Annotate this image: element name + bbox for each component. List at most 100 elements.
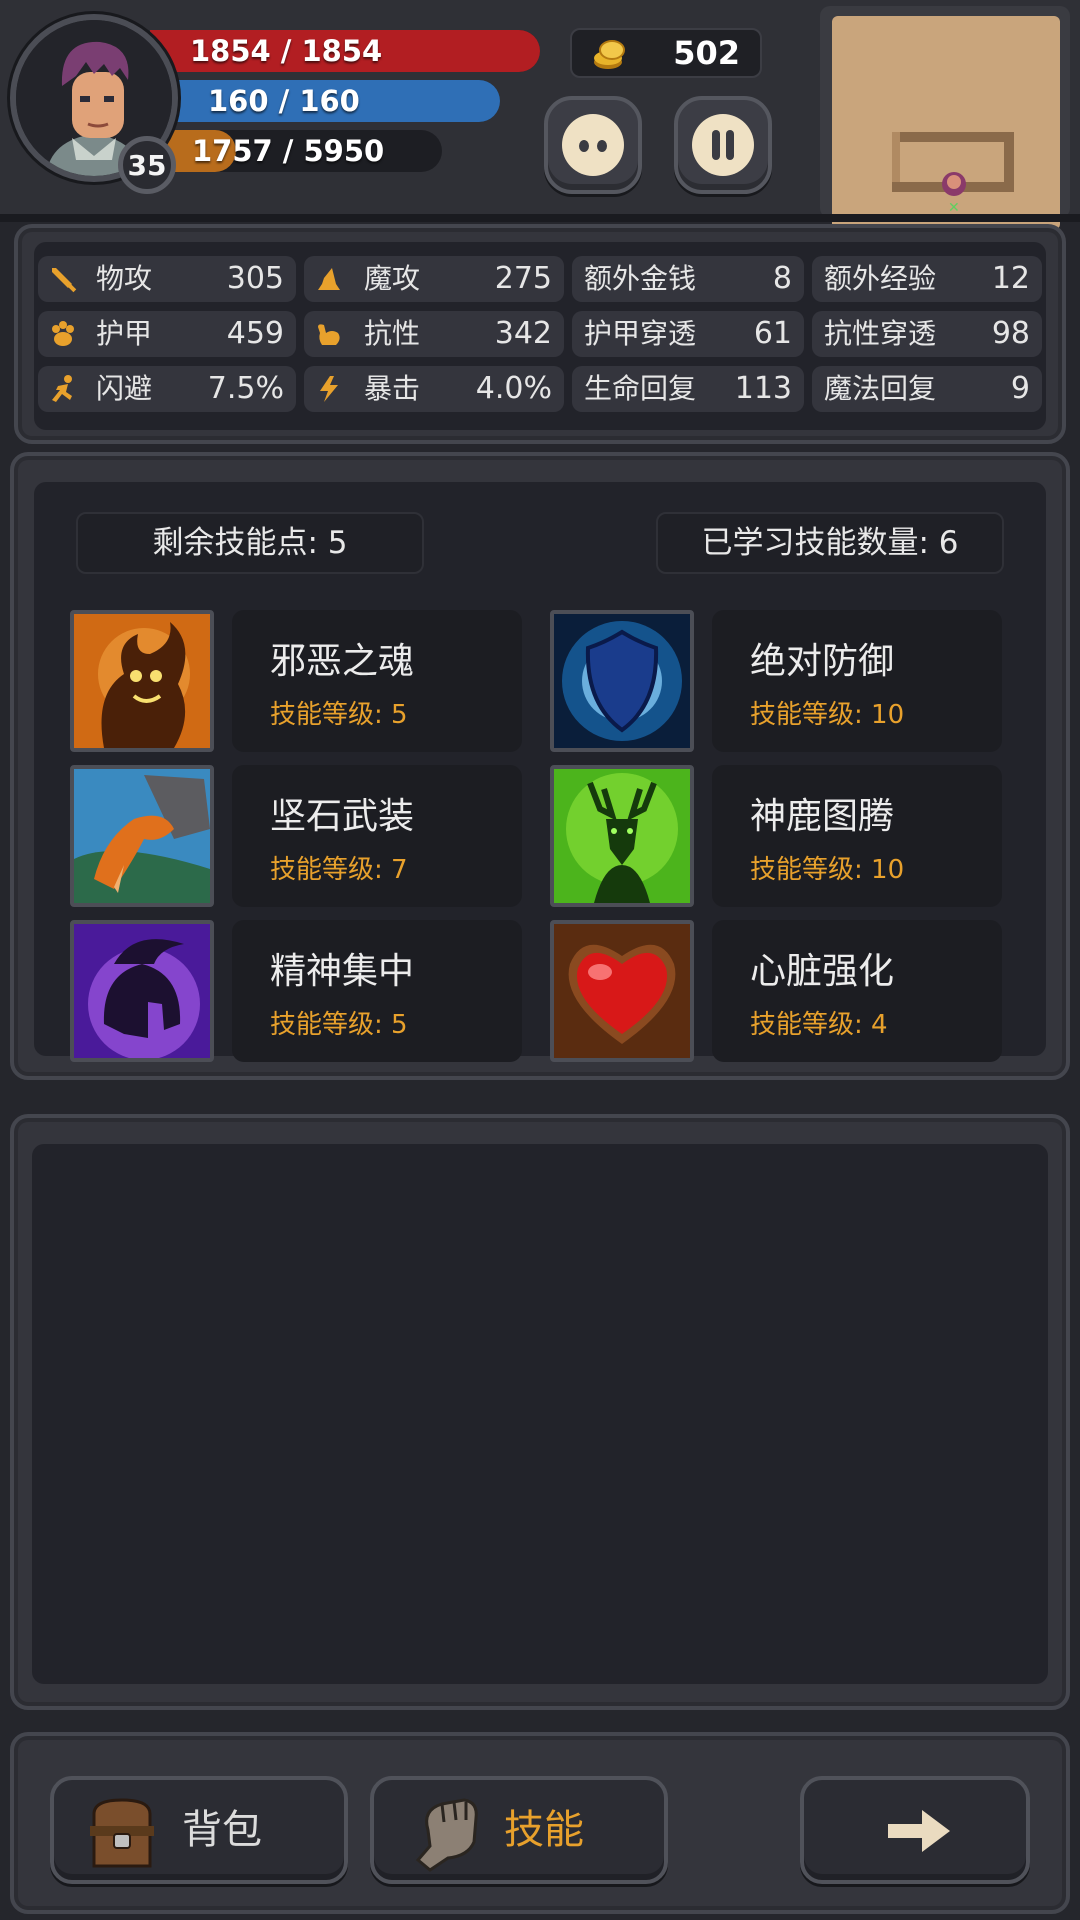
skill-icon-heart-strengthen[interactable] xyxy=(550,920,694,1062)
paw-icon xyxy=(52,321,74,346)
deer-totem-icon xyxy=(554,769,690,903)
remaining-skill-points: 剩余技能点: 5 xyxy=(76,512,424,574)
stat-label: 护甲 xyxy=(96,317,153,350)
skill-level: 技能等级: 10 xyxy=(750,700,905,730)
skill-name: 心脏强化 xyxy=(750,951,895,992)
skill-level: 技能等级: 7 xyxy=(270,855,408,885)
hud-header: 1854 / 1854 160 / 160 1757 / 5950 35 502 xyxy=(0,0,1080,230)
pause-icon xyxy=(692,114,754,176)
backpack-button[interactable]: 背包 xyxy=(50,1776,348,1884)
skill-level: 技能等级: 5 xyxy=(270,700,408,730)
stat-resistance-penetration: 抗性穿透 98 xyxy=(812,311,1042,357)
skill-name: 坚石武装 xyxy=(270,796,415,837)
skill-card-evil-soul[interactable]: 邪恶之魂 技能等级: 5 xyxy=(232,610,522,752)
stat-value: 305 xyxy=(226,261,284,296)
stat-value: 459 xyxy=(226,316,284,351)
stat-value: 275 xyxy=(494,261,552,296)
helmet-icon xyxy=(74,924,210,1058)
minimap[interactable]: ✕ xyxy=(820,6,1070,230)
skill-name: 神鹿图腾 xyxy=(750,796,895,837)
stat-label: 魔攻 xyxy=(364,262,421,295)
stone-claw-icon xyxy=(74,769,210,903)
pause-button[interactable] xyxy=(674,96,772,194)
skill-icon-evil-soul[interactable] xyxy=(70,610,214,752)
stat-value: 342 xyxy=(494,316,552,351)
stat-dodge: 闪避 7.5% xyxy=(38,366,296,412)
skill-name: 邪恶之魂 xyxy=(270,641,415,682)
stat-armor-penetration: 护甲穿透 61 xyxy=(572,311,804,357)
detail-panel-inner xyxy=(32,1144,1048,1684)
skill-icon-deer-totem[interactable] xyxy=(550,765,694,907)
stat-mp-regen: 魔法回复 9 xyxy=(812,366,1042,412)
wizard-hat-icon xyxy=(318,268,340,290)
stat-critical: 暴击 4.0% xyxy=(304,366,564,412)
heart-icon xyxy=(554,924,690,1058)
backpack-label: 背包 xyxy=(182,1807,262,1853)
stat-label: 生命回复 xyxy=(584,372,697,405)
learned-skill-count: 已学习技能数量: 6 xyxy=(656,512,1004,574)
stat-hp-regen: 生命回复 113 xyxy=(572,366,804,412)
stat-label: 额外经验 xyxy=(824,262,937,295)
next-button[interactable] xyxy=(800,1776,1030,1884)
stat-extra-gold: 额外金钱 8 xyxy=(572,256,804,302)
skill-name: 精神集中 xyxy=(270,951,415,992)
skill-level: 技能等级: 5 xyxy=(270,1010,408,1040)
monster-face-icon xyxy=(562,114,624,176)
skill-icon-absolute-defense[interactable] xyxy=(550,610,694,752)
skill-card-deer-totem[interactable]: 神鹿图腾 技能等级: 10 xyxy=(712,765,1002,907)
minimap-room-icon: ✕ xyxy=(892,132,1014,216)
stat-magic-attack: 魔攻 275 xyxy=(304,256,564,302)
gold-value: 502 xyxy=(673,34,740,72)
stat-label: 暴击 xyxy=(364,372,421,405)
stat-value: 61 xyxy=(753,316,792,351)
stat-label: 物攻 xyxy=(96,262,153,295)
arrow-right-icon xyxy=(888,1810,950,1852)
stat-resistance: 抗性 342 xyxy=(304,311,564,357)
stat-label: 抗性 xyxy=(364,317,421,350)
stat-value: 113 xyxy=(734,371,792,406)
skill-level: 技能等级: 10 xyxy=(750,855,905,885)
evil-soul-icon xyxy=(74,614,210,748)
running-icon xyxy=(52,375,72,402)
skills-button[interactable]: 技能 xyxy=(370,1776,668,1884)
stat-armor: 护甲 459 xyxy=(38,311,296,357)
skill-card-absolute-defense[interactable]: 绝对防御 技能等级: 10 xyxy=(712,610,1002,752)
skill-card-concentration[interactable]: 精神集中 技能等级: 5 xyxy=(232,920,522,1062)
player-level-badge: 35 xyxy=(118,136,176,194)
stat-label: 魔法回复 xyxy=(824,372,937,405)
hp-text: 1854 / 1854 xyxy=(190,34,383,68)
muscle-icon xyxy=(318,324,340,345)
fist-icon xyxy=(415,1798,478,1872)
skill-card-heart-strengthen[interactable]: 心脏强化 技能等级: 4 xyxy=(712,920,1002,1062)
stat-value: 4.0% xyxy=(475,371,552,406)
lightning-icon xyxy=(320,376,338,402)
skill-card-stone-armor[interactable]: 坚石武装 技能等级: 7 xyxy=(232,765,522,907)
stat-label: 额外金钱 xyxy=(584,262,697,295)
skill-name: 绝对防御 xyxy=(750,641,895,682)
stat-label: 闪避 xyxy=(96,372,153,405)
stat-value: 12 xyxy=(991,261,1030,296)
monster-info-button[interactable] xyxy=(544,96,642,194)
skill-icon-concentration[interactable] xyxy=(70,920,214,1062)
hp-bar: 1854 / 1854 xyxy=(150,30,540,72)
stat-label: 护甲穿透 xyxy=(584,317,697,350)
minimap-map: ✕ xyxy=(832,16,1060,230)
mp-text: 160 / 160 xyxy=(208,84,360,118)
stat-value: 8 xyxy=(772,261,792,296)
stat-extra-exp: 额外经验 12 xyxy=(812,256,1042,302)
skills-label: 技能 xyxy=(504,1807,584,1853)
stat-label: 抗性穿透 xyxy=(824,317,937,350)
xp-text: 1757 / 5950 xyxy=(192,134,385,168)
skill-icon-stone-armor[interactable] xyxy=(70,765,214,907)
stat-value: 7.5% xyxy=(207,371,284,406)
shield-icon xyxy=(554,614,690,748)
backpack-icon xyxy=(90,1798,154,1868)
mp-bar: 160 / 160 xyxy=(150,80,500,122)
svg-text:✕: ✕ xyxy=(948,200,960,216)
xp-bar: 1757 / 5950 xyxy=(150,130,442,172)
gold-counter: 502 xyxy=(570,28,762,78)
stat-physical-attack: 物攻 305 xyxy=(38,256,296,302)
stat-value: 9 xyxy=(1010,371,1030,406)
detail-panel xyxy=(10,1114,1070,1710)
sword-icon xyxy=(52,268,77,293)
